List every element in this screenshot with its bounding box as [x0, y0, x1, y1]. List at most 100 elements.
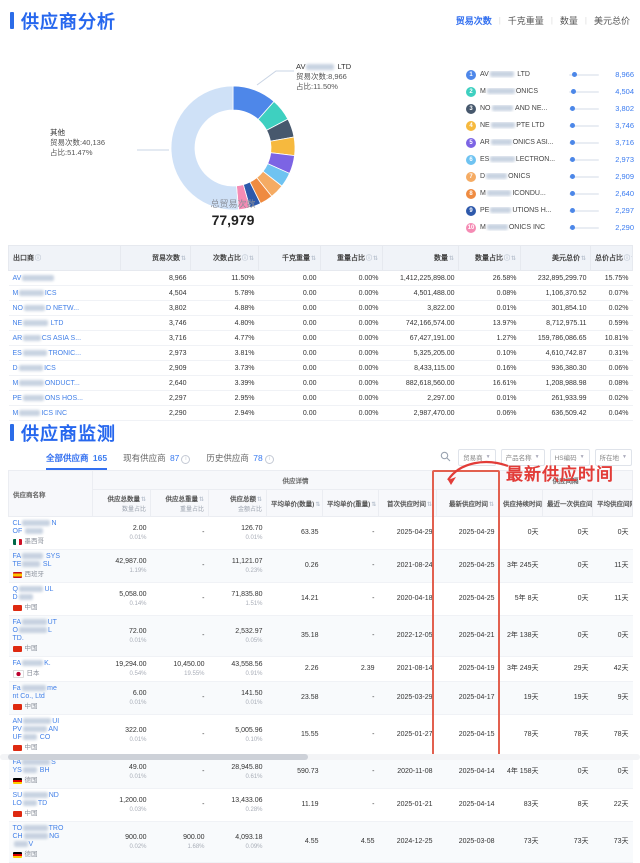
metric-tab-4[interactable]: 美元总价	[592, 14, 632, 27]
metric-tab-3[interactable]: 数量	[558, 14, 580, 27]
redacted-text	[19, 586, 44, 592]
t1-col-header-2[interactable]: 贸易次数⇅	[121, 246, 191, 271]
redacted-text	[23, 335, 41, 341]
legend-item-5[interactable]: 5ARONICS ASI...3,716	[466, 134, 634, 151]
supplier-name-cell[interactable]: QULD中国	[9, 583, 93, 616]
supplier-name-cell[interactable]: FAK.日本	[9, 657, 93, 682]
exporter-name-link[interactable]: AV	[9, 271, 121, 286]
horizontal-scrollbar[interactable]	[0, 754, 640, 760]
t1-cell: 0.07%	[591, 286, 633, 301]
sort-icon[interactable]: ⇅	[141, 497, 146, 503]
supplier-name-cell[interactable]: SUNDLOTD中国	[9, 789, 93, 822]
cell-value: 5,005.96	[213, 727, 263, 735]
t2-col-header-10[interactable]: 平均供应间隔⇅	[593, 490, 633, 517]
t1-col-header-5[interactable]: 重量占比ⓘ⇅	[321, 246, 383, 271]
t1-col-header-3[interactable]: 次数占比ⓘ⇅	[191, 246, 259, 271]
exporter-name-link[interactable]: ARCS ASIA S...	[9, 331, 121, 346]
exporter-name-link[interactable]: NE LTD	[9, 316, 121, 331]
t2-cell: 2022-12-05	[379, 616, 437, 657]
t1-col-header-4[interactable]: 千克重量⇅	[259, 246, 321, 271]
sort-icon[interactable]: ⇅	[373, 256, 378, 262]
sort-icon[interactable]: ⇅	[511, 256, 516, 262]
cell-value: 49.00	[97, 764, 147, 772]
sort-icon[interactable]: ⇅	[581, 256, 586, 262]
legend-value: 2,640	[604, 189, 634, 198]
t1-col-header-7[interactable]: 数量占比ⓘ⇅	[459, 246, 521, 271]
exporter-name-link[interactable]: MONDUCT...	[9, 376, 121, 391]
monitoring-tab-2[interactable]: 现有供应商 87i	[123, 452, 190, 468]
supplier-name-cell[interactable]: FAUTOLTD.中国	[9, 616, 93, 657]
t2-name-header[interactable]: 供应商名称	[9, 471, 93, 517]
t2-row-2: FA SYSTE SL西班牙42,987.001.19%-11,121.070.…	[9, 550, 633, 583]
supplier-name-cell[interactable]: TOTROCHNGV德国	[9, 822, 93, 863]
sort-icon[interactable]: ⇅	[371, 502, 376, 508]
legend-item-3[interactable]: 3NO AND NE...3,802	[466, 100, 634, 117]
sort-icon[interactable]: ⇅	[427, 502, 432, 508]
t1-col-header-1[interactable]: 出口商ⓘ	[9, 246, 121, 271]
t1-col-header-8[interactable]: 美元总价⇅	[521, 246, 591, 271]
supplier-name-cell[interactable]: CLNOF 墨西哥	[9, 517, 93, 550]
monitoring-tab-3[interactable]: 历史供应商 78i	[206, 452, 273, 468]
t1-cell: 3.73%	[191, 361, 259, 376]
t2-cell: 22天	[593, 789, 633, 822]
sort-icon[interactable]: ⇅	[257, 497, 262, 503]
t2-col-header-8[interactable]: 供应持续时间⇅	[499, 490, 543, 517]
exporter-name-link[interactable]: PEONS HOS...	[9, 391, 121, 406]
t2-col-header-3[interactable]: 供应总额⇅金额占比	[209, 490, 267, 517]
sort-icon[interactable]: ⇅	[181, 256, 186, 262]
sort-icon[interactable]: ⇅	[449, 256, 454, 262]
exporter-name-link[interactable]: MICS	[9, 286, 121, 301]
t2-col-header-4[interactable]: 平均单价(数量)⇅	[267, 490, 323, 517]
sort-icon[interactable]: ⇅	[249, 256, 254, 262]
monitoring-tab-1[interactable]: 全部供应商 165	[46, 452, 107, 470]
legend-item-2[interactable]: 2MONICS4,504	[466, 83, 634, 100]
t1-col-header-6[interactable]: 数量⇅	[383, 246, 459, 271]
exporter-name-link[interactable]: NOD NETW...	[9, 301, 121, 316]
cell-value: 900.00	[155, 834, 205, 842]
t2-col-header-1[interactable]: 供应总数量⇅数量占比	[93, 490, 151, 517]
sort-icon[interactable]: ⇅	[489, 502, 494, 508]
supplier-name-cell[interactable]: FASYS BH德国	[9, 756, 93, 789]
supplier-name-cell[interactable]: ANUIPVANUF CO中国	[9, 715, 93, 756]
t2-col-header-7[interactable]: 最新供应时间⇅	[437, 490, 499, 517]
t1-col-header-9[interactable]: 总价占比ⓘ⇅	[591, 246, 633, 271]
visible-text: M	[480, 88, 486, 95]
t2-col-header-5[interactable]: 平均单价(重量)⇅	[323, 490, 379, 517]
t1-cell: 5.78%	[191, 286, 259, 301]
visible-text: S	[51, 759, 56, 766]
supplier-name-cell[interactable]: FA SYSTE SL西班牙	[9, 550, 93, 583]
sort-icon[interactable]: ⇅	[315, 502, 320, 508]
metric-tab-2[interactable]: 千克重量	[506, 14, 546, 27]
redacted-text	[19, 627, 47, 633]
cell-share: 0.01%	[97, 736, 147, 744]
legend-item-10[interactable]: 10MONICS INC2,290	[466, 219, 634, 236]
legend-item-1[interactable]: 1AV LTD8,966	[466, 66, 634, 83]
exporter-name-link[interactable]: DICS	[9, 361, 121, 376]
exporter-name-link[interactable]: MICS INC	[9, 406, 121, 421]
t1-col-label: 重量占比	[337, 255, 365, 262]
t1-cell: 0.00%	[321, 391, 383, 406]
legend-item-6[interactable]: 6ESLECTRON...2,973	[466, 151, 634, 168]
legend-item-9[interactable]: 9PEUTIONS H...2,297	[466, 202, 634, 219]
supplier-name-cell[interactable]: Fament Co., Ltd中国	[9, 682, 93, 715]
visible-text: SU	[13, 792, 23, 799]
legend-item-4[interactable]: 4NEPTE LTD3,746	[466, 117, 634, 134]
t2-col-header-6[interactable]: 首次供应时间⇅	[379, 490, 437, 517]
tab-separator: |	[585, 16, 587, 25]
t2-col-label: 首次供应时间	[387, 501, 426, 508]
visible-text: ICS	[44, 365, 56, 372]
legend-item-7[interactable]: 7DONICS2,909	[466, 168, 634, 185]
sort-icon[interactable]: ⇅	[199, 497, 204, 503]
exporter-name-link[interactable]: ESTRONIC...	[9, 346, 121, 361]
cell-share: 0.28%	[213, 806, 263, 814]
horizontal-scrollbar-thumb[interactable]	[8, 754, 308, 760]
donut-segment-11[interactable]	[171, 86, 239, 210]
t2-col-header-2[interactable]: 供应总重量⇅重量占比	[151, 490, 209, 517]
t2-col-header-9[interactable]: 最近一次供应间隔⇅	[543, 490, 593, 517]
legend-share-dot	[571, 89, 576, 94]
sort-icon[interactable]: ⇅	[631, 256, 632, 262]
legend-item-8[interactable]: 8MICONDU...2,640	[466, 185, 634, 202]
supplier-name-line: Fame	[13, 685, 89, 693]
sort-icon[interactable]: ⇅	[311, 256, 316, 262]
metric-tab-1[interactable]: 贸易次数	[454, 14, 494, 27]
